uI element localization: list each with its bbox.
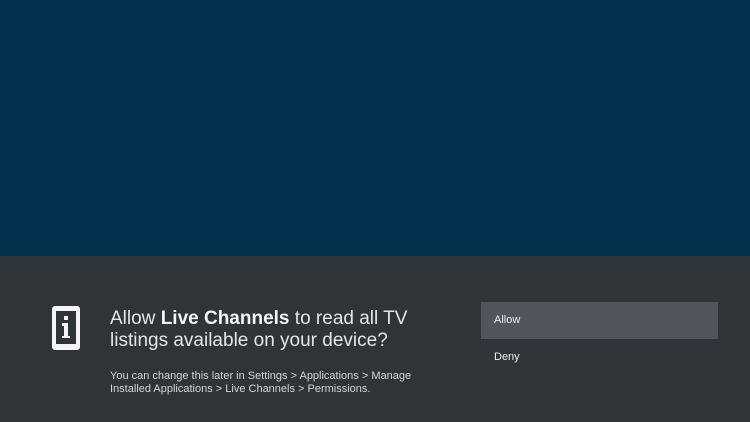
permission-detail: You can change this later in Settings > … — [110, 370, 412, 395]
deny-button-label: Deny — [494, 351, 520, 363]
permission-info-icon — [51, 305, 81, 351]
allow-button-label: Allow — [494, 314, 521, 326]
deny-button[interactable]: Deny — [481, 339, 718, 376]
app-name: Live Channels — [160, 308, 290, 329]
permission-message: Allow Live Channels to read all TV listi… — [110, 308, 440, 352]
tv-screen: Allow Live Channels to read all TV listi… — [0, 0, 750, 422]
message-prefix: Allow — [110, 308, 161, 329]
allow-button[interactable]: Allow — [481, 302, 718, 339]
background-area — [0, 0, 750, 256]
